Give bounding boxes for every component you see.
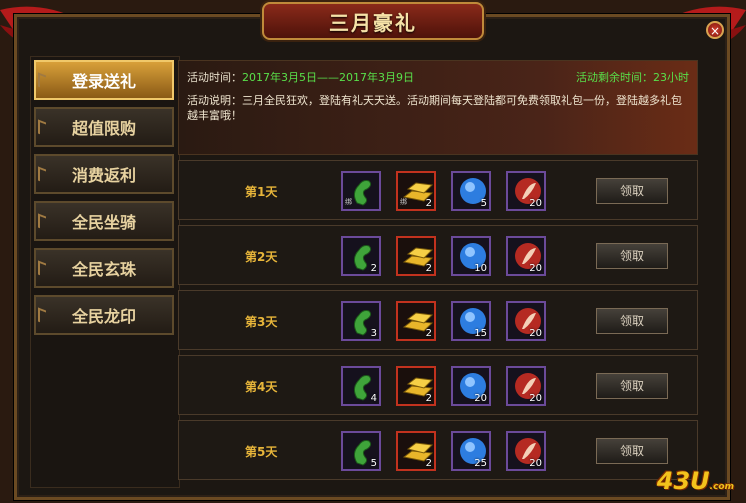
notch-decoration [38, 119, 46, 137]
reward-row: 第2天 2 2 10 20 领取 [178, 225, 698, 285]
item-count: 2 [425, 328, 432, 339]
item-slot[interactable]: 4 [341, 366, 381, 406]
item-count: 10 [474, 263, 487, 274]
item-slot[interactable]: 20 [506, 431, 546, 471]
item-slot[interactable]: 2 [396, 431, 436, 471]
claim-button[interactable]: 领取 [596, 243, 668, 269]
sidebar-item-limited-purchase[interactable]: 超值限购 [34, 107, 174, 147]
item-count: 2 [425, 458, 432, 469]
title-plate: 三月豪礼 [262, 2, 484, 40]
sidebar-item-label: 全民坐骑 [71, 213, 136, 232]
item-count: 20 [529, 393, 542, 404]
notch-decoration [38, 72, 46, 90]
notch-decoration [38, 307, 46, 325]
sidebar-item-label: 全民玄珠 [71, 260, 136, 279]
item-slot[interactable]: 绑2 [396, 171, 436, 211]
item-count: 5 [480, 198, 487, 209]
day-label: 第1天 [245, 185, 278, 199]
day-label: 第3天 [245, 315, 278, 329]
site-watermark: 43U.com [657, 467, 734, 495]
sidebar-item-dragon-seal[interactable]: 全民龙印 [34, 295, 174, 335]
claim-button[interactable]: 领取 [596, 178, 668, 204]
claim-button[interactable]: 领取 [596, 438, 668, 464]
item-count: 20 [474, 393, 487, 404]
reward-row: 第1天 绑 绑2 5 20 领取 [178, 160, 698, 220]
bind-mark: 绑 [400, 198, 407, 206]
sidebar-item-label: 全民龙印 [71, 307, 136, 326]
item-count: 2 [370, 263, 377, 274]
reward-row: 第4天 4 2 20 20 领取 [178, 355, 698, 415]
day-label: 第2天 [245, 250, 278, 264]
item-slot[interactable]: 10 [451, 236, 491, 276]
item-count: 2 [425, 198, 432, 209]
item-slot[interactable]: 3 [341, 301, 381, 341]
reward-list: 第1天 绑 绑2 5 20 领取 第2天 2 2 10 20 领取 第3天 3 … [178, 160, 698, 485]
item-count: 2 [425, 393, 432, 404]
event-time-value: 2017年3月5日——2017年3月9日 [242, 71, 414, 84]
notch-decoration [38, 260, 46, 278]
item-count: 4 [370, 393, 377, 404]
item-slot[interactable]: 5 [341, 431, 381, 471]
item-slot[interactable]: 15 [451, 301, 491, 341]
item-slot[interactable]: 绑 [341, 171, 381, 211]
item-count: 2 [425, 263, 432, 274]
notch-decoration [38, 213, 46, 231]
item-slot[interactable]: 2 [396, 366, 436, 406]
item-slot[interactable]: 20 [506, 366, 546, 406]
claim-button[interactable]: 领取 [596, 373, 668, 399]
watermark-sub: .com [709, 482, 734, 492]
item-count: 15 [474, 328, 487, 339]
event-time-label: 活动时间： [187, 71, 242, 84]
item-count: 20 [529, 458, 542, 469]
sidebar-item-spend-rebate[interactable]: 消费返利 [34, 154, 174, 194]
bind-mark: 绑 [345, 198, 352, 206]
reward-row: 第3天 3 2 15 20 领取 [178, 290, 698, 350]
reward-row: 第5天 5 2 25 20 领取 [178, 420, 698, 480]
item-slot[interactable]: 5 [451, 171, 491, 211]
close-button[interactable]: × [706, 21, 724, 39]
claim-button[interactable]: 领取 [596, 308, 668, 334]
event-info-banner: 活动时间：2017年3月5日——2017年3月9日 活动剩余时间：23小时 活动… [178, 60, 698, 155]
watermark-main: 43U [656, 467, 710, 495]
notch-decoration [38, 166, 46, 184]
event-description: 活动说明：三月全民狂欢，登陆有礼天天送。活动期间每天登陆都可免费领取礼包一份，登… [187, 94, 682, 122]
item-count: 20 [529, 328, 542, 339]
item-count: 3 [370, 328, 377, 339]
item-slot[interactable]: 2 [396, 301, 436, 341]
sidebar-item-login-gift[interactable]: 登录送礼 [34, 60, 174, 100]
item-count: 20 [529, 198, 542, 209]
item-slot[interactable]: 2 [396, 236, 436, 276]
remaining-time: 活动剩余时间：23小时 [576, 71, 689, 84]
item-slot[interactable]: 2 [341, 236, 381, 276]
item-count: 25 [474, 458, 487, 469]
sidebar: 登录送礼 超值限购 消费返利 全民坐骑 全民玄珠 全民龙印 [34, 60, 174, 340]
item-count: 20 [529, 263, 542, 274]
item-slot[interactable]: 20 [451, 366, 491, 406]
sidebar-item-label: 超值限购 [71, 119, 136, 138]
item-count: 5 [370, 458, 377, 469]
sidebar-item-orbs[interactable]: 全民玄珠 [34, 248, 174, 288]
item-slot[interactable]: 20 [506, 171, 546, 211]
day-label: 第5天 [245, 445, 278, 459]
sidebar-item-mounts[interactable]: 全民坐骑 [34, 201, 174, 241]
item-slot[interactable]: 20 [506, 236, 546, 276]
item-slot[interactable]: 25 [451, 431, 491, 471]
day-label: 第4天 [245, 380, 278, 394]
sidebar-item-label: 消费返利 [71, 166, 136, 185]
sidebar-item-label: 登录送礼 [71, 72, 136, 91]
item-slot[interactable]: 20 [506, 301, 546, 341]
window-title: 三月豪礼 [329, 10, 417, 35]
